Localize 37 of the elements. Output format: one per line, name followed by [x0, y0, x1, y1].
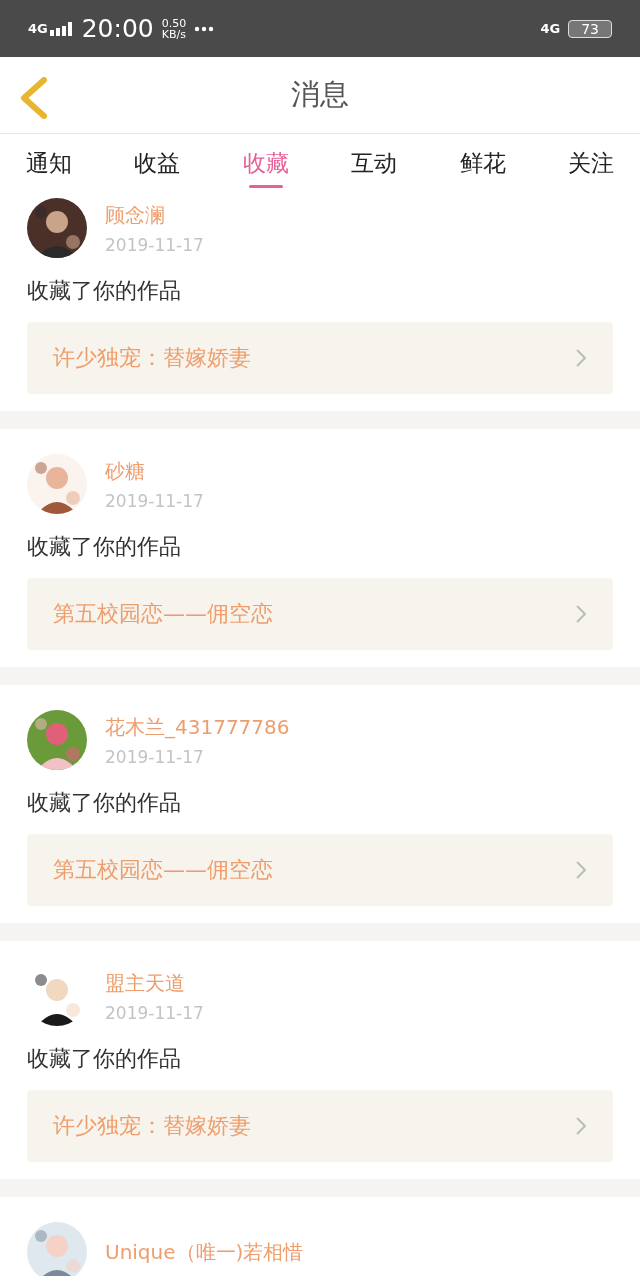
back-icon[interactable] — [18, 77, 48, 119]
message-text: 收藏了你的作品 — [27, 533, 182, 561]
tab[interactable]: 通知 — [26, 134, 72, 188]
network-type: 4G — [540, 21, 561, 36]
signal-icon — [49, 21, 74, 36]
page-title: 消息 — [291, 76, 349, 113]
date: 2019-11-17 — [105, 746, 205, 767]
message-text: 收藏了你的作品 — [27, 789, 182, 817]
user-name[interactable]: 顾念澜 — [105, 201, 204, 229]
tab[interactable]: 收藏 — [242, 134, 289, 188]
chevron-right-icon — [575, 1116, 587, 1136]
tab[interactable]: 互动 — [351, 134, 398, 188]
user-name[interactable]: 砂糖 — [105, 457, 204, 485]
chevron-right-icon — [575, 604, 587, 624]
speed-value: 0.50 — [161, 17, 187, 29]
work-link[interactable]: 许少独宠：替嫁娇妻 — [27, 1090, 613, 1162]
tab[interactable]: 关注 — [567, 134, 614, 188]
battery-level: 73 — [568, 19, 612, 38]
date: 2019-11-17 — [105, 1002, 204, 1023]
more-icon — [194, 25, 215, 32]
user-name[interactable]: Unique（唯一)若相惜 — [105, 1238, 304, 1266]
user-name[interactable]: 盟主天道 — [105, 969, 204, 997]
tab[interactable]: 收益 — [134, 134, 181, 188]
date: 2019-11-17 — [105, 234, 204, 255]
work-link[interactable]: 第五校园恋——佣空恋 — [27, 834, 613, 906]
tab[interactable]: 鲜花 — [459, 134, 506, 188]
message-text: 收藏了你的作品 — [27, 1045, 182, 1073]
clock: 20:00 — [81, 14, 154, 43]
chevron-right-icon — [575, 860, 587, 880]
work-link[interactable]: 第五校园恋——佣空恋 — [27, 578, 613, 650]
message-text: 收藏了你的作品 — [27, 277, 182, 305]
date: 2019-11-17 — [105, 490, 204, 511]
chevron-right-icon — [575, 348, 587, 368]
user-name[interactable]: 花木兰_431777786 — [105, 713, 290, 741]
speed-unit: KB/s — [161, 28, 187, 40]
network-type: 4G — [28, 21, 48, 36]
work-link[interactable]: 许少独宠：替嫁娇妻 — [27, 322, 613, 394]
